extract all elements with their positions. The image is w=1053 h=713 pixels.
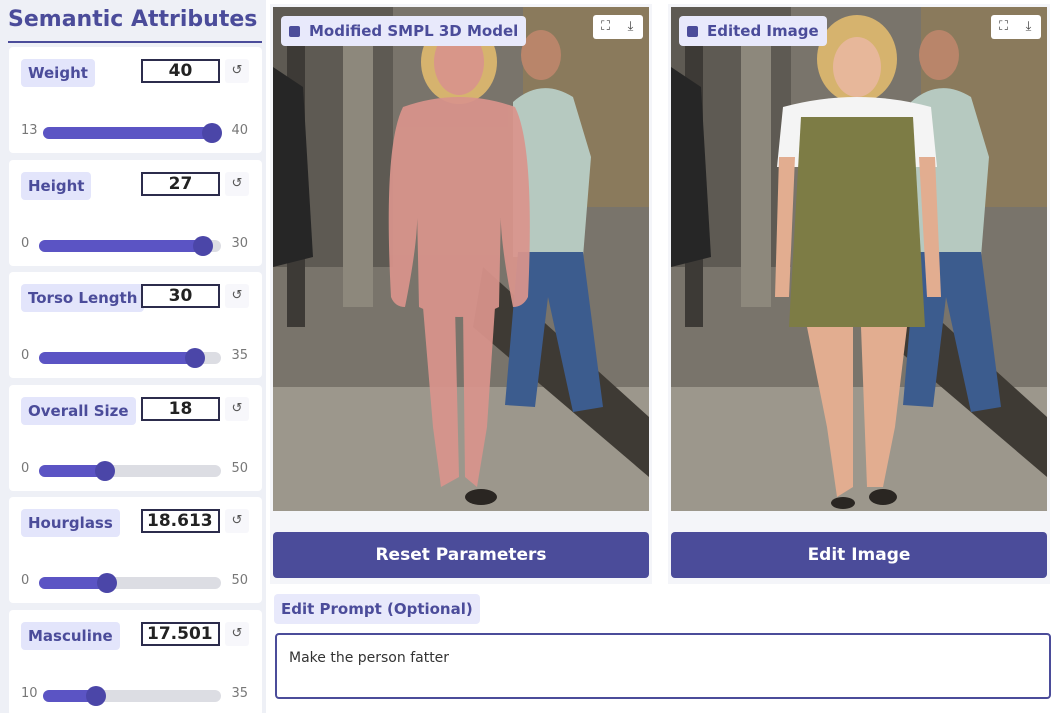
image-label-icon	[289, 26, 300, 37]
param-card-hourglass: Hourglass 18.613 ↺ 0 50	[9, 497, 262, 603]
param-label: Overall Size	[21, 397, 136, 425]
slider-min-label: 0	[21, 348, 30, 363]
edit-image-button[interactable]: Edit Image	[671, 532, 1047, 578]
slider-max-label: 50	[231, 461, 248, 476]
reset-icon[interactable]: ↺	[225, 172, 249, 196]
smpl-model-panel: Modified SMPL 3D Model ⛶ ⤓ Reset Paramet…	[270, 4, 652, 584]
slider-min-label: 10	[21, 686, 38, 701]
param-card-masculine: Masculine 17.501 ↺ 10 35	[9, 610, 262, 713]
param-value-input[interactable]: 30	[141, 284, 220, 308]
fullscreen-icon[interactable]: ⛶	[991, 15, 1016, 39]
smpl-image-toolbar: ⛶ ⤓	[593, 15, 643, 39]
param-value-input[interactable]: 18.613	[141, 509, 220, 533]
edited-image-label-text: Edited Image	[707, 22, 819, 40]
slider-thumb[interactable]	[86, 686, 107, 706]
smpl-model-label: Modified SMPL 3D Model	[281, 16, 527, 46]
semantic-attributes-sidebar: Semantic Attributes Weight 40 ↺ 13 40 Height 2…	[0, 0, 266, 713]
smpl-model-image: Modified SMPL 3D Model ⛶ ⤓	[273, 7, 649, 511]
slider-max-label: 50	[231, 573, 248, 588]
slider-track[interactable]	[39, 573, 221, 593]
param-label: Torso Length	[21, 284, 145, 312]
slider-fill	[43, 127, 221, 139]
slider-fill	[39, 352, 195, 364]
sidebar-title: Semantic Attributes	[8, 5, 262, 43]
slider-min-label: 0	[21, 573, 30, 588]
reset-icon[interactable]: ↺	[225, 622, 249, 646]
param-value-input[interactable]: 40	[141, 59, 220, 83]
reset-icon[interactable]: ↺	[225, 509, 249, 533]
slider-max-label: 35	[231, 686, 248, 701]
reset-icon[interactable]: ↺	[225, 59, 249, 83]
app-root: Semantic Attributes Weight 40 ↺ 13 40 Height 2…	[0, 0, 1053, 713]
slider-track[interactable]	[43, 123, 223, 143]
download-icon[interactable]: ⤓	[1016, 15, 1041, 39]
param-value-input[interactable]: 17.501	[141, 622, 220, 646]
param-card-weight: Weight 40 ↺ 13 40	[9, 47, 262, 153]
slider-thumb[interactable]	[184, 348, 205, 368]
slider-max-label: 35	[231, 348, 248, 363]
edited-image-toolbar: ⛶ ⤓	[991, 15, 1041, 39]
slider-min-label: 0	[21, 461, 30, 476]
edited-image-illustration	[671, 7, 1047, 511]
slider-max-label: 40	[231, 123, 248, 138]
reset-parameters-button[interactable]: Reset Parameters	[273, 532, 649, 578]
slider-min-label: 0	[21, 236, 30, 251]
slider-thumb[interactable]	[96, 573, 117, 593]
reset-icon[interactable]: ↺	[225, 397, 249, 421]
slider-track[interactable]	[39, 461, 221, 481]
slider-track[interactable]	[43, 686, 221, 706]
param-value-input[interactable]: 18	[141, 397, 220, 421]
param-label: Weight	[21, 59, 95, 87]
slider-track[interactable]	[39, 348, 221, 368]
edit-prompt-label: Edit Prompt (Optional)	[274, 594, 480, 624]
slider-thumb[interactable]	[94, 461, 115, 481]
edited-image-panel: Edited Image ⛶ ⤓ Edit Image	[668, 4, 1050, 584]
param-card-height: Height 27 ↺ 0 30	[9, 160, 262, 266]
smpl-model-label-text: Modified SMPL 3D Model	[309, 22, 519, 40]
fullscreen-icon[interactable]: ⛶	[593, 15, 618, 39]
param-card-overall-size: Overall Size 18 ↺ 0 50	[9, 385, 262, 491]
slider-fill	[39, 240, 203, 252]
slider-thumb[interactable]	[192, 236, 213, 256]
edit-prompt-input[interactable]: Make the person fatter	[275, 633, 1051, 699]
image-label-icon	[687, 26, 698, 37]
slider-min-label: 13	[21, 123, 38, 138]
download-icon[interactable]: ⤓	[618, 15, 643, 39]
edited-image: Edited Image ⛶ ⤓	[671, 7, 1047, 511]
slider-max-label: 30	[231, 236, 248, 251]
slider-track[interactable]	[39, 236, 221, 256]
param-card-torso-length: Torso Length 30 ↺ 0 35	[9, 272, 262, 378]
slider-thumb[interactable]	[202, 123, 223, 143]
param-label: Masculine	[21, 622, 120, 650]
param-label: Hourglass	[21, 509, 120, 537]
reset-icon[interactable]: ↺	[225, 284, 249, 308]
edited-image-label: Edited Image	[679, 16, 827, 46]
param-value-input[interactable]: 27	[141, 172, 220, 196]
param-label: Height	[21, 172, 92, 200]
smpl-model-illustration	[273, 7, 649, 511]
